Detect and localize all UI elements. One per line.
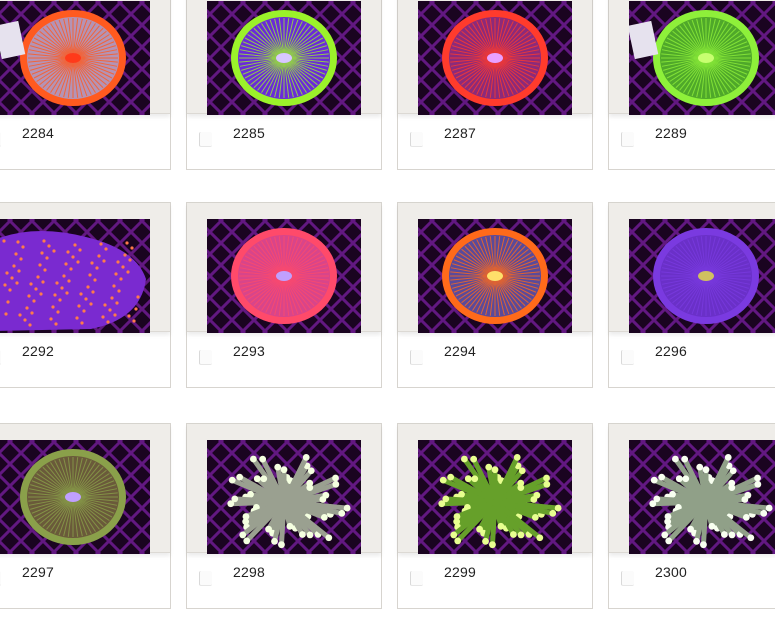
- torch-coral-photo[interactable]: [629, 440, 775, 554]
- fungia-coral-photo[interactable]: [418, 219, 572, 333]
- fungia-coral-photo[interactable]: [418, 1, 572, 115]
- product-id-label: 2285: [233, 125, 265, 141]
- thumbnail-frame: [0, 0, 170, 115]
- product-id-label: 2293: [233, 343, 265, 359]
- select-checkbox[interactable]: [0, 350, 1, 365]
- select-checkbox[interactable]: [199, 132, 212, 147]
- product-id-label: 2287: [444, 125, 476, 141]
- select-checkbox[interactable]: [199, 571, 212, 586]
- product-id-label: 2297: [22, 564, 54, 580]
- product-card[interactable]: 2293: [186, 202, 382, 388]
- select-checkbox[interactable]: [0, 571, 1, 586]
- product-id-label: 2299: [444, 564, 476, 580]
- product-id-label: 2284: [22, 125, 54, 141]
- select-checkbox[interactable]: [621, 350, 634, 365]
- product-card[interactable]: 2289: [608, 0, 775, 170]
- product-card[interactable]: 2287: [397, 0, 593, 170]
- thumbnail-frame: [609, 424, 775, 554]
- product-id-label: 2292: [22, 343, 54, 359]
- product-id-label: 2294: [444, 343, 476, 359]
- product-id-label: 2300: [655, 564, 687, 580]
- product-id-label: 2289: [655, 125, 687, 141]
- product-card[interactable]: 2284: [0, 0, 171, 170]
- select-checkbox[interactable]: [199, 350, 212, 365]
- fungia-coral-photo[interactable]: [0, 1, 150, 115]
- select-checkbox[interactable]: [621, 132, 634, 147]
- thumbnail-frame: [609, 0, 775, 115]
- select-checkbox[interactable]: [410, 571, 423, 586]
- product-card[interactable]: 2296: [608, 202, 775, 388]
- product-card[interactable]: 2298: [186, 423, 382, 609]
- product-id-label: 2298: [233, 564, 265, 580]
- fungia-coral-photo[interactable]: [629, 219, 775, 333]
- select-checkbox[interactable]: [410, 132, 423, 147]
- product-card[interactable]: 2297: [0, 423, 171, 609]
- torch-coral-photo[interactable]: [207, 440, 361, 554]
- product-card[interactable]: 2294: [397, 202, 593, 388]
- fungia-coral-photo[interactable]: [629, 1, 775, 115]
- thumbnail-frame: [0, 203, 170, 333]
- product-card[interactable]: 2299: [397, 423, 593, 609]
- fungia-coral-photo[interactable]: [207, 1, 361, 115]
- product-card[interactable]: 2300: [608, 423, 775, 609]
- thumbnail-frame: [398, 203, 592, 333]
- select-checkbox[interactable]: [621, 571, 634, 586]
- product-id-label: 2296: [655, 343, 687, 359]
- thumbnail-frame: [609, 203, 775, 333]
- thumbnail-frame: [187, 0, 381, 115]
- product-grid: 2284 2285 2287 2289 2292 2293 2294 2296 2297 2298…: [0, 0, 775, 625]
- thumbnail-frame: [187, 424, 381, 554]
- torch-coral-photo[interactable]: [418, 440, 572, 554]
- product-card[interactable]: 2292: [0, 202, 171, 388]
- thumbnail-frame: [187, 203, 381, 333]
- thumbnail-frame: [398, 0, 592, 115]
- leather-coral-photo[interactable]: [0, 219, 150, 333]
- select-checkbox[interactable]: [410, 350, 423, 365]
- thumbnail-frame: [0, 424, 170, 554]
- product-card[interactable]: 2285: [186, 0, 382, 170]
- fungia-coral-photo[interactable]: [0, 440, 150, 554]
- fungia-coral-photo[interactable]: [207, 219, 361, 333]
- thumbnail-frame: [398, 424, 592, 554]
- select-checkbox[interactable]: [0, 132, 1, 147]
